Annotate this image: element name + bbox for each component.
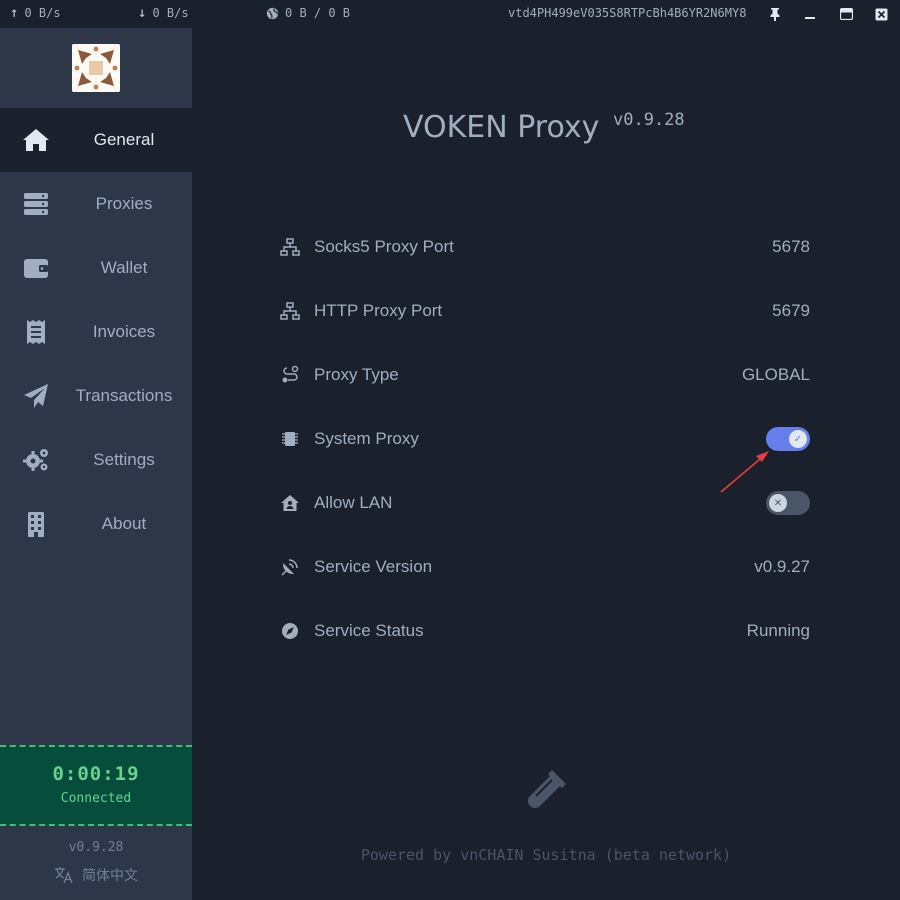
- nav-transactions[interactable]: Transactions: [0, 364, 192, 428]
- sidebar: General Proxies Wallet Invoices Transact…: [0, 28, 192, 900]
- allow-lan-toggle[interactable]: ✕: [766, 491, 810, 515]
- home-icon: [23, 129, 49, 151]
- nav-about[interactable]: About: [0, 492, 192, 556]
- nav-wallet-label: Wallet: [100, 258, 148, 277]
- x-icon: ✕: [769, 494, 787, 512]
- voken-logo: [72, 44, 120, 92]
- network-icon: [280, 238, 300, 256]
- language-switcher[interactable]: 简体中文: [0, 865, 192, 885]
- nav-proxies-label: Proxies: [95, 194, 153, 213]
- traffic-indicator: 0 B / 0 B: [266, 6, 350, 20]
- annotation-arrow: [720, 451, 769, 493]
- house-user-icon: [281, 495, 299, 511]
- socks5-port-label: Socks5 Proxy Port: [314, 237, 454, 256]
- proxy-type-value[interactable]: GLOBAL: [742, 365, 810, 385]
- nav-transactions-label: Transactions: [75, 386, 173, 405]
- service-status-value: Running: [746, 621, 810, 640]
- wallet-icon: [24, 259, 48, 278]
- nav-general-label: General: [93, 130, 155, 149]
- service-version-label: Service Version: [314, 557, 433, 576]
- http-port-value: 5679: [772, 301, 810, 320]
- wallet-address[interactable]: vtd4PH499eV035S8RTPcBh4B6YR2N6MY8: [508, 6, 746, 20]
- network-icon: [280, 302, 300, 320]
- download-speed: 0 B/s: [152, 6, 189, 20]
- satellite-dish-icon: [281, 559, 298, 576]
- http-port-label: HTTP Proxy Port: [314, 301, 443, 320]
- compass-icon: [282, 623, 298, 639]
- nav-wallet[interactable]: Wallet: [0, 236, 192, 300]
- socks5-port-value: 5678: [772, 237, 810, 256]
- allow-lan-label: Allow LAN: [314, 493, 393, 512]
- main-panel: VOKEN Proxy v0.9.28 Socks5 Proxy Port 56…: [192, 28, 900, 900]
- connection-status: Connected: [60, 791, 132, 806]
- row-proxy-type: Proxy Type GLOBAL: [280, 355, 810, 395]
- traffic-total: 0 B / 0 B: [285, 6, 351, 20]
- system-proxy-toggle[interactable]: ✓: [766, 427, 810, 451]
- check-icon: ✓: [789, 430, 807, 448]
- service-version-value: v0.9.27: [754, 557, 810, 576]
- service-status-label: Service Status: [314, 621, 424, 640]
- row-service-version: Service Version v0.9.27: [280, 547, 810, 587]
- status-bar: ↑ 0 B/s ↓ 0 B/s 0 B / 0 B vtd4PH499eV035…: [0, 0, 900, 28]
- arrow-up-icon: ↑: [10, 5, 19, 21]
- row-service-status: Service Status Running: [280, 611, 810, 651]
- upload-speed: 0 B/s: [24, 6, 61, 20]
- nav-general[interactable]: General: [0, 108, 192, 172]
- title-version: v0.9.28: [613, 110, 685, 130]
- receipt-icon: [27, 320, 45, 344]
- pin-icon[interactable]: [765, 4, 785, 24]
- connection-timer: 0:00:19: [52, 763, 140, 785]
- app-version: v0.9.28: [68, 840, 124, 855]
- system-proxy-label: System Proxy: [314, 429, 419, 448]
- row-socks5-port: Socks5 Proxy Port 5678: [280, 227, 810, 267]
- arrow-down-icon: ↓: [138, 5, 147, 21]
- upload-indicator: ↑ 0 B/s: [10, 6, 61, 20]
- server-icon: [24, 193, 48, 215]
- paper-plane-icon: [24, 384, 48, 408]
- flask-icon: [527, 770, 566, 809]
- building-icon: [28, 512, 44, 537]
- translate-icon: [55, 867, 73, 884]
- nav-about-label: About: [101, 514, 147, 533]
- row-http-port: HTTP Proxy Port 5679: [280, 291, 810, 331]
- logo-area: [0, 28, 192, 108]
- page-title: VOKEN Proxy: [403, 110, 600, 145]
- close-icon[interactable]: [871, 4, 891, 24]
- chip-icon: [282, 432, 298, 446]
- route-icon: [282, 365, 299, 383]
- proxy-type-label: Proxy Type: [314, 365, 399, 384]
- language-label: 简体中文: [82, 868, 138, 884]
- nav-settings[interactable]: Settings: [0, 428, 192, 492]
- nav-invoices-label: Invoices: [92, 322, 156, 341]
- globe-icon: [266, 7, 279, 19]
- maximize-icon[interactable]: [836, 4, 856, 24]
- powered-by-footer: Powered by vnCHAIN Susitna (beta network…: [360, 846, 732, 864]
- nav-settings-label: Settings: [93, 450, 155, 469]
- connection-timer-panel: 0:00:19 Connected: [0, 745, 192, 826]
- nav-proxies[interactable]: Proxies: [0, 172, 192, 236]
- gears-icon: [23, 449, 48, 471]
- nav-invoices[interactable]: Invoices: [0, 300, 192, 364]
- download-indicator: ↓ 0 B/s: [138, 6, 189, 20]
- minimize-icon[interactable]: [800, 4, 820, 24]
